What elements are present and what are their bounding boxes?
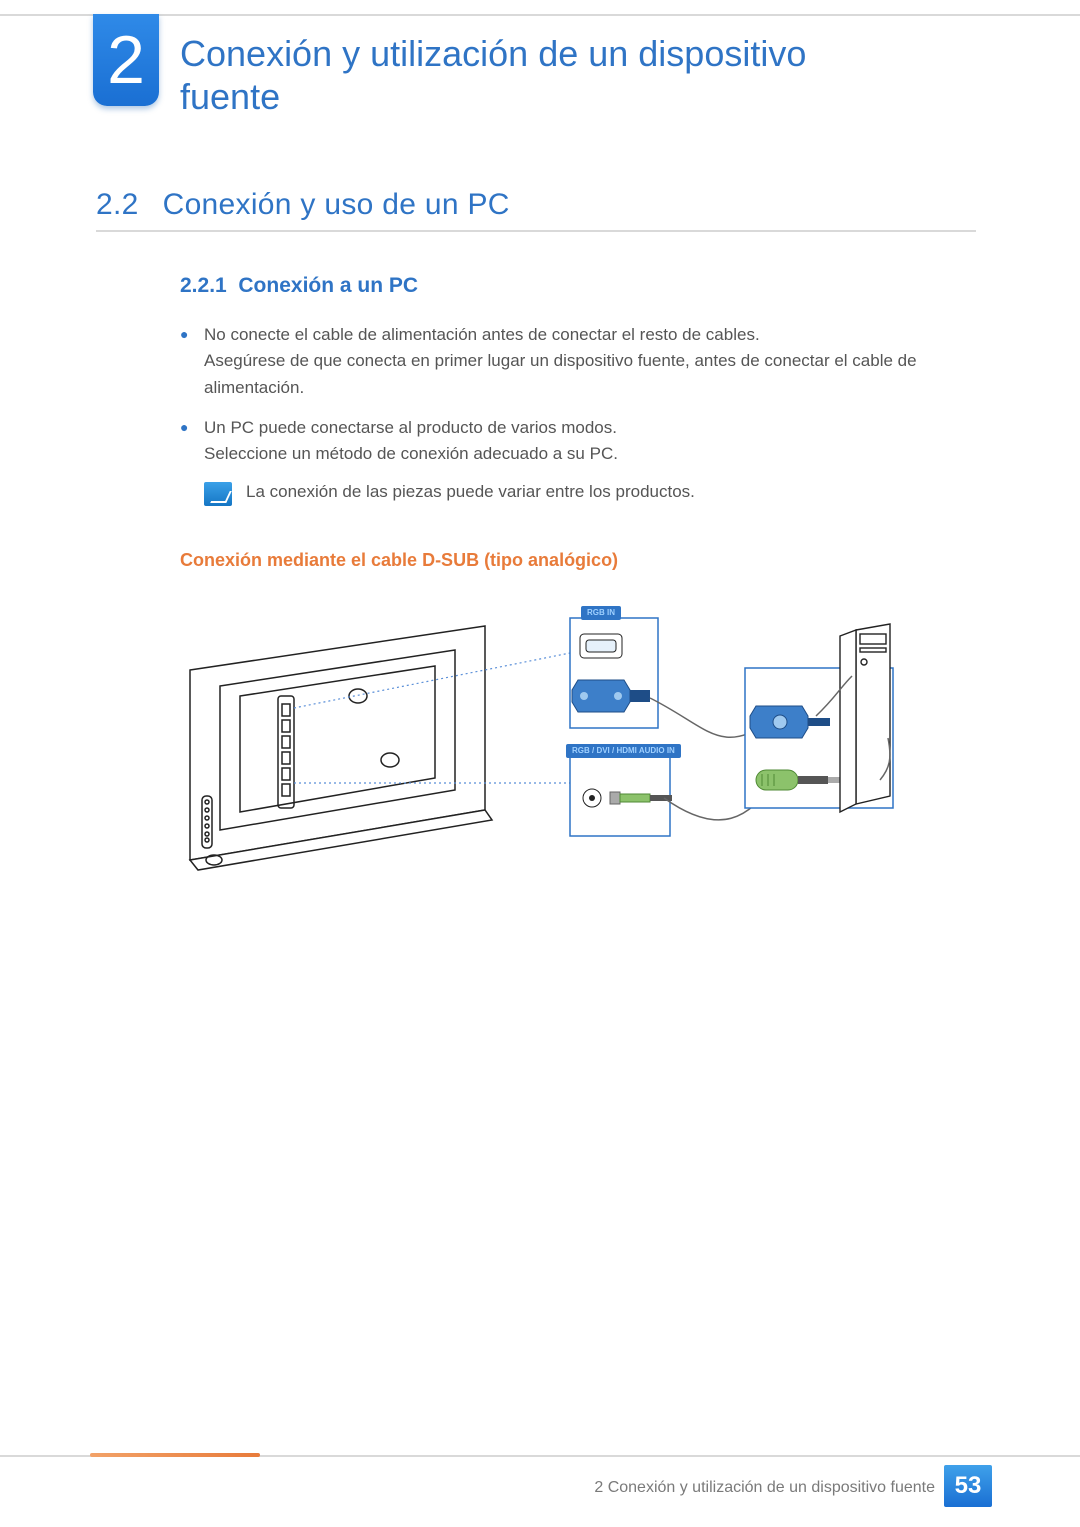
subsection-title-text: Conexión a un PC [238,274,418,297]
connection-diagram: RGB IN RGB / DVI / HDMI AUDIO IN [180,588,898,888]
bullet-text: No conecte el cable de alimentación ante… [204,322,976,401]
bullet-text: Un PC puede conectarse al producto de va… [204,415,976,468]
section-title-text: Conexión y uso de un PC [163,188,510,221]
page-number-badge: 53 [944,1465,992,1507]
subsection-title: 2.2.1 Conexión a un PC [180,274,976,298]
rgb-in-label: RGB IN [581,606,621,620]
bullet-line: No conecte el cable de alimentación ante… [204,325,760,344]
connection-heading: Conexión mediante el cable D-SUB (tipo a… [180,550,976,571]
bullet-icon: ● [180,415,204,468]
note-icon [204,482,232,506]
subsection-number: 2.2.1 [180,274,227,297]
section-title: 2.2 Conexión y uso de un PC [96,188,976,232]
note: La conexión de las piezas puede variar e… [204,482,976,506]
chapter-title: Conexión y utilización de un dispositivo… [180,32,910,118]
note-text: La conexión de las piezas puede variar e… [246,482,695,502]
footer-text: 2 Conexión y utilización de un dispositi… [594,1479,935,1497]
audio-in-label: RGB / DVI / HDMI AUDIO IN [566,744,681,758]
bullet-line: Un PC puede conectarse al producto de va… [204,418,617,437]
chapter-tab: 2 [93,14,159,106]
section-number: 2.2 [96,188,139,221]
bullet-icon: ● [180,322,204,401]
list-item: ● Un PC puede conectarse al producto de … [180,415,976,468]
list-item: ● No conecte el cable de alimentación an… [180,322,976,401]
top-divider [0,14,1080,16]
bullet-line: Asegúrese de que conecta en primer lugar… [204,351,917,396]
chapter-number: 2 [107,26,145,94]
bullet-line: Seleccione un método de conexión adecuad… [204,444,618,463]
diagram-svg [180,588,898,888]
section-content: 2.2 Conexión y uso de un PC 2.2.1 Conexió… [96,188,976,571]
footer-accent [90,1453,260,1457]
audio-in-label-text: RGB / DVI / HDMI AUDIO IN [572,746,675,755]
bullet-list: ● No conecte el cable de alimentación an… [180,322,976,468]
